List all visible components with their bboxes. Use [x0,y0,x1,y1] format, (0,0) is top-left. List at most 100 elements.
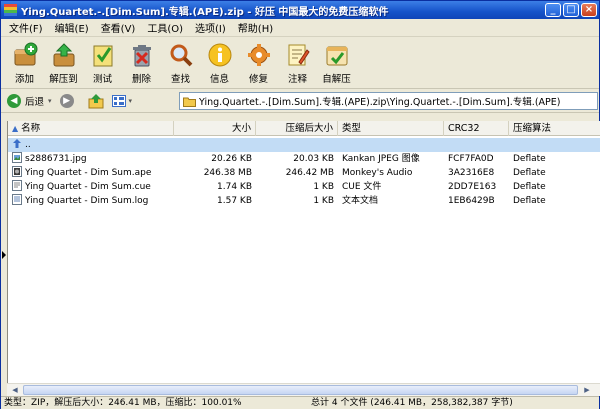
status-bar: 类型：ZIP，解压后大小：246.41 MB，压缩比：100.01% 总计 4 … [1,396,599,409]
parent-folder-icon [12,138,22,149]
cell-name: s2886731.jpg [12,152,172,166]
address-path-text: Ying.Quartet.-.[Dim.Sum].专辑.(APE).zip\Yi… [199,97,561,108]
menu-help[interactable]: 帮助(H) [232,20,279,35]
column-method[interactable]: 压缩算法 [509,121,600,136]
view-dropdown-icon: ▾ [128,96,133,105]
cell-crc: 3A2316E8 [448,168,495,178]
find-label: 查找 [170,74,190,85]
add-button[interactable]: 添加 [5,37,44,88]
file-row[interactable]: Ying Quartet - Dim Sum.ape 246.38 MB 246.4… [8,166,600,180]
expand-arrow-icon [2,251,6,259]
file-row[interactable]: Ying Quartet - Dim Sum.log 1.57 KB 1 KB 文本文… [8,194,600,208]
delete-icon [129,42,155,68]
info-button[interactable]: 信息 [200,37,239,88]
repair-label: 修复 [248,74,268,85]
cell-method [513,138,598,152]
up-folder-icon [88,93,104,108]
sfx-button[interactable]: 自解压 [317,37,356,88]
cell-method: Deflate [513,196,546,206]
menu-edit[interactable]: 编辑(E) [49,20,95,35]
file-row[interactable]: s2886731.jpg 20.26 KB 20.03 KB Kankan JPEG … [8,152,600,166]
extract-to-icon [51,42,77,68]
toolbar: 添加 解压到 测试 删除 查找 信息 修复 注释 自解压 [1,37,599,89]
repair-icon [246,42,272,68]
cue-file-icon [12,180,22,191]
scroll-left-icon[interactable]: ◀ [9,385,21,396]
scroll-right-icon[interactable]: ▶ [581,385,593,396]
cell-name: Ying Quartet - Dim Sum.cue [12,180,172,194]
cell-method: Deflate [513,182,546,192]
scroll-thumb[interactable] [23,385,578,395]
cell-type: 文本文档 [342,196,379,206]
menu-options[interactable]: 选项(I) [189,20,232,35]
file-name: Ying Quartet - Dim Sum.cue [25,182,151,192]
close-button[interactable]: × [581,3,597,17]
title-bar[interactable]: Ying.Quartet.-.[Dim.Sum].专辑.(APE).zip - … [1,1,599,19]
column-name[interactable]: ▲ 名称 [8,121,174,136]
extract-to-label: 解压到 [49,74,78,85]
cell-packed: 1 KB [313,182,334,192]
find-button[interactable]: 查找 [161,37,200,88]
text-file-icon [12,194,22,205]
cell-size: 20.26 KB [211,154,252,164]
up-level-button[interactable] [88,93,104,109]
find-icon [168,42,194,68]
cell-crc: FCF7FA0D [448,154,494,164]
file-row[interactable]: Ying Quartet - Dim Sum.cue 1.74 KB 1 KB CUE… [8,180,600,194]
column-crc32[interactable]: CRC32 [444,121,509,136]
status-total-info: 总计 4 个文件 (246.41 MB，258,382,387 字节) [311,398,513,408]
column-type[interactable]: 类型 [338,121,444,136]
back-arrow-icon: ◀ [7,93,21,108]
cell-crc: 1EB6429B [448,196,495,206]
repair-button[interactable]: 修复 [239,37,278,88]
forward-arrow-icon: ▶ [59,93,74,108]
menu-bar: 文件(F) 编辑(E) 查看(V) 工具(O) 选项(I) 帮助(H) [1,19,599,37]
maximize-button[interactable]: □ [563,3,579,17]
file-row[interactable]: .. [8,138,600,152]
sort-up-icon: ▲ [12,124,19,133]
image-file-icon [12,152,22,163]
cell-size [174,138,252,152]
column-packed-size[interactable]: 压缩后大小 [256,121,338,136]
cell-size: 1.57 KB [217,196,252,206]
test-label: 测试 [92,74,112,85]
cell-name: .. [12,138,172,152]
sfx-label: 自解压 [322,74,351,85]
back-label: 后退 [25,96,45,108]
cell-packed: 246.42 MB [285,168,334,178]
comment-icon [285,42,311,68]
menu-tools[interactable]: 工具(O) [141,20,189,35]
back-button[interactable]: ◀ 后退 ▾ [7,93,52,108]
window-title: Ying.Quartet.-.[Dim.Sum].专辑.(APE).zip - … [21,6,389,18]
delete-button[interactable]: 删除 [122,37,161,88]
cell-packed: 20.03 KB [293,154,334,164]
cell-method: Deflate [513,168,546,178]
column-size[interactable]: 大小 [174,121,256,136]
add-label: 添加 [14,74,34,85]
cell-name: Ying Quartet - Dim Sum.ape [12,166,172,180]
cell-crc: 2DD7E163 [448,182,497,192]
extract-to-button[interactable]: 解压到 [44,37,83,88]
folder-icon [183,97,196,107]
file-list: ▲ 名称 大小 压缩后大小 类型 CRC32 压缩算法 .. s2886731.jp… [7,121,600,383]
menu-file[interactable]: 文件(F) [3,20,49,35]
main-window: Ying.Quartet.-.[Dim.Sum].专辑.(APE).zip - … [0,0,600,409]
comment-label: 注释 [287,74,307,85]
cell-name: Ying Quartet - Dim Sum.log [12,194,172,208]
view-mode-button[interactable]: ▾ [111,94,133,107]
menu-view[interactable]: 查看(V) [95,20,142,35]
minimize-button[interactable]: _ [545,3,561,17]
navigation-bar: ◀ 后退 ▾ ▶ ▾ Ying.Quartet.-.[Dim.Sum].专辑.(… [1,89,599,113]
comment-button[interactable]: 注释 [278,37,317,88]
add-icon [12,42,38,68]
horizontal-scrollbar[interactable]: ◀ ▶ [7,383,600,396]
forward-button[interactable]: ▶ [59,93,74,108]
test-icon [90,42,116,68]
cell-packed [256,138,334,152]
back-dropdown-icon[interactable]: ▾ [48,97,52,105]
file-name: Ying Quartet - Dim Sum.log [25,196,149,206]
view-list-icon [111,94,126,107]
test-button[interactable]: 测试 [83,37,122,88]
address-path-field[interactable]: Ying.Quartet.-.[Dim.Sum].专辑.(APE).zip\Yi… [179,92,598,110]
cell-type [342,138,442,152]
